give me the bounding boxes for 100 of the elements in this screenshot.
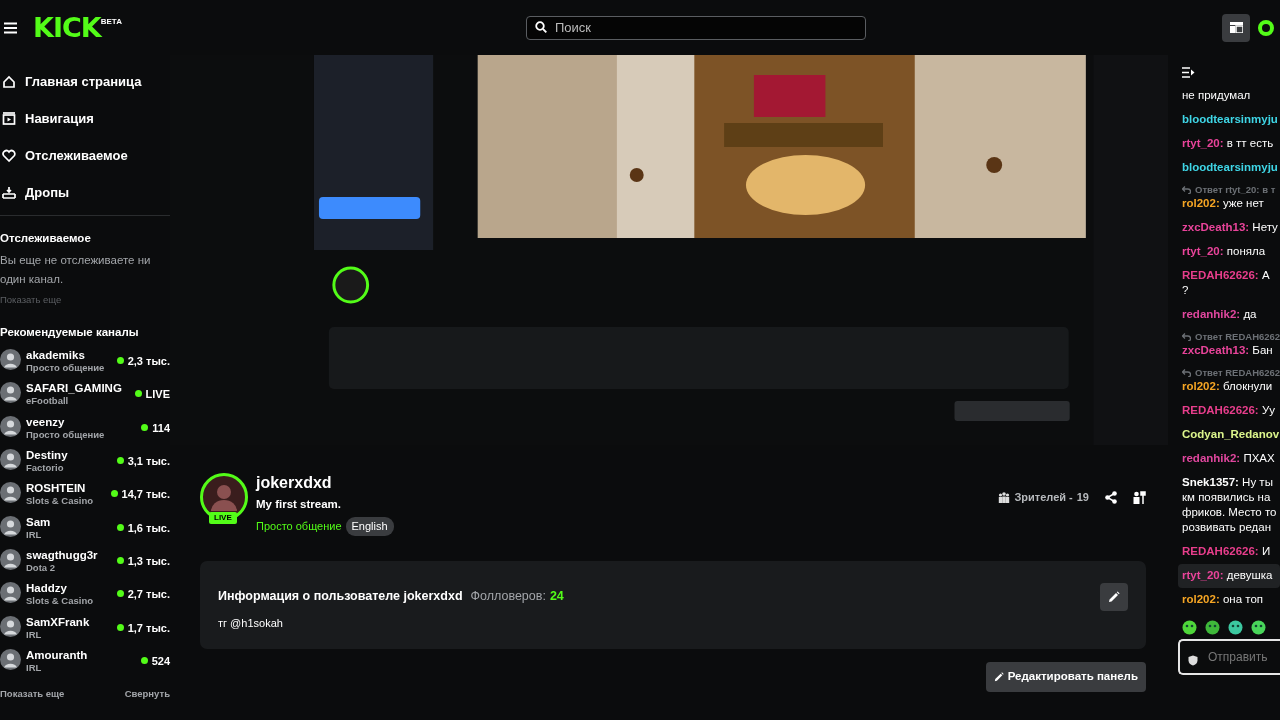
message-text: розвивать редан — [1182, 520, 1273, 535]
reply-text: Ответ REDAH6262 — [1195, 331, 1280, 343]
channel-name[interactable]: Sam — [26, 515, 112, 529]
message-text: Нету — [1252, 221, 1278, 233]
live-dot — [116, 523, 124, 531]
chat-username[interactable]: zxcDeath13: — [1182, 344, 1250, 356]
channel-name[interactable]: Amouranth — [26, 649, 136, 663]
person-tool-icon[interactable] — [1133, 490, 1146, 504]
channel-category: Factorio — [26, 461, 65, 474]
about-text: тг @h1sokah — [218, 615, 284, 631]
drops-icon[interactable] — [2, 185, 16, 200]
avatar-icon[interactable] — [0, 515, 21, 537]
language-tag[interactable]: English — [345, 517, 394, 536]
message-text: Ну ты — [1242, 476, 1273, 488]
menu-icon[interactable] — [4, 21, 17, 34]
chat-username[interactable]: redanhik2: — [1182, 308, 1241, 320]
live-dot — [141, 423, 149, 431]
avatar-icon[interactable] — [0, 615, 21, 637]
nav-link[interactable]: Дропы — [25, 182, 70, 203]
streamer-name[interactable]: jokerxdxd — [256, 473, 999, 492]
logo[interactable]: KICK — [33, 14, 101, 41]
reply-icon — [1182, 333, 1191, 341]
beta-label: BETA — [100, 16, 122, 26]
viewer-count: 19 — [1076, 490, 1089, 505]
chat-username[interactable]: redanhik2: — [1182, 452, 1241, 464]
viewer-count: 14,7 тыс. — [121, 487, 170, 503]
message-text: Бан — [1252, 344, 1273, 356]
channel-name[interactable]: Destiny — [26, 448, 112, 462]
chat-username[interactable]: rtyt_20: — [1182, 137, 1224, 149]
message-text: девушка — [1226, 569, 1273, 581]
live-dot — [110, 490, 118, 498]
nav-link[interactable]: Навигация — [25, 108, 94, 129]
message-text: она топ — [1222, 593, 1264, 605]
avatar-icon[interactable] — [0, 482, 21, 504]
channel-name[interactable]: swagthugg3r — [26, 549, 112, 563]
search-field[interactable]: Поиск — [525, 15, 866, 40]
chat-username[interactable]: rol202: — [1182, 593, 1220, 605]
avatar-icon[interactable] — [0, 382, 21, 404]
channel-category: Просто общение — [26, 428, 106, 441]
chat-username[interactable]: rtyt_20: — [1182, 569, 1224, 581]
reply-text: Ответ rtyt_20: в т — [1195, 184, 1276, 196]
chat-username[interactable]: rol202: — [1182, 380, 1220, 392]
channel-category: Slots & Casino — [26, 595, 95, 608]
emote-icon[interactable] — [1205, 620, 1220, 635]
chat-username[interactable]: bloodtearsinmyju — [1182, 113, 1278, 125]
emote-icon[interactable] — [1182, 620, 1197, 635]
chat-input[interactable]: Отправить — [1178, 639, 1280, 675]
channel-name[interactable]: veenzy — [26, 415, 137, 429]
reply-text: Ответ REDAH6262 — [1195, 367, 1280, 379]
emote-icon[interactable] — [1251, 620, 1266, 635]
edit-button[interactable] — [1100, 582, 1128, 611]
avatar-icon[interactable] — [0, 448, 21, 470]
message-text: Уу — [1261, 404, 1275, 416]
collapse-link[interactable]: Свернуть — [124, 686, 170, 701]
layout-button[interactable] — [1222, 13, 1250, 42]
channel-name[interactable]: SamXFrank — [26, 615, 112, 629]
chat-username[interactable]: bloodtearsinmyju — [1182, 161, 1278, 173]
channel-category: Slots & Casino — [26, 495, 95, 508]
message-text: км появились на — [1182, 490, 1272, 505]
chat-username[interactable]: Codyan_Redanov — [1182, 428, 1280, 440]
avatar-icon[interactable] — [0, 649, 21, 671]
section-title: Отслеживаемое — [0, 231, 92, 246]
message-text: не придумал — [1182, 89, 1251, 101]
layout-icon — [1229, 22, 1243, 33]
nav-link[interactable]: Главная страница — [25, 71, 142, 92]
emote-icon[interactable] — [1228, 620, 1243, 635]
viewers-label: Зрителей - — [1014, 490, 1073, 505]
message-text: да — [1243, 308, 1257, 320]
collapse-icon[interactable] — [1182, 67, 1195, 78]
chat-username[interactable]: REDAH62626: — [1182, 404, 1259, 416]
section-title: Рекомендуемые каналы — [0, 324, 140, 340]
home-icon[interactable] — [2, 74, 16, 89]
chat-username[interactable]: Snek1357: — [1182, 476, 1239, 488]
chat-username[interactable]: REDAH62626: — [1182, 545, 1259, 557]
chat-username[interactable]: zxcDeath13: — [1182, 221, 1250, 233]
avatar-icon[interactable] — [1258, 19, 1274, 36]
channel-name[interactable]: akademiks — [26, 348, 112, 362]
avatar-icon[interactable] — [0, 582, 21, 604]
chat-username[interactable]: rol202: — [1182, 197, 1220, 209]
share-icon[interactable] — [1105, 490, 1117, 504]
channel-name[interactable]: Haddzy — [26, 582, 112, 596]
avatar-icon[interactable] — [0, 348, 21, 370]
chat-username[interactable]: REDAH62626: — [1182, 269, 1259, 281]
category-link[interactable]: Просто общение — [256, 518, 342, 535]
followers-label: Фолловеров: — [470, 588, 546, 606]
avatar-icon[interactable] — [0, 415, 21, 437]
heart-icon[interactable] — [2, 148, 16, 163]
channel-name[interactable]: ROSHTEIN — [26, 482, 106, 496]
nav-link[interactable]: Отслеживаемое — [25, 145, 128, 166]
message-text: уже нет — [1222, 197, 1264, 209]
edit-panel-button[interactable]: Редактировать панель — [985, 662, 1146, 692]
channel-name[interactable]: SAFARI_GAMING — [26, 382, 130, 396]
browse-icon[interactable] — [2, 111, 16, 126]
about-title: Информация о пользователе jokerxdxd — [218, 588, 463, 606]
avatar-icon[interactable] — [0, 549, 21, 571]
follower-count: 24 — [549, 588, 565, 606]
viewer-count: 114 — [152, 420, 170, 436]
viewers-icon — [998, 491, 1011, 503]
show-more-link[interactable]: Показать еще — [0, 686, 65, 701]
chat-username[interactable]: rtyt_20: — [1182, 245, 1224, 257]
